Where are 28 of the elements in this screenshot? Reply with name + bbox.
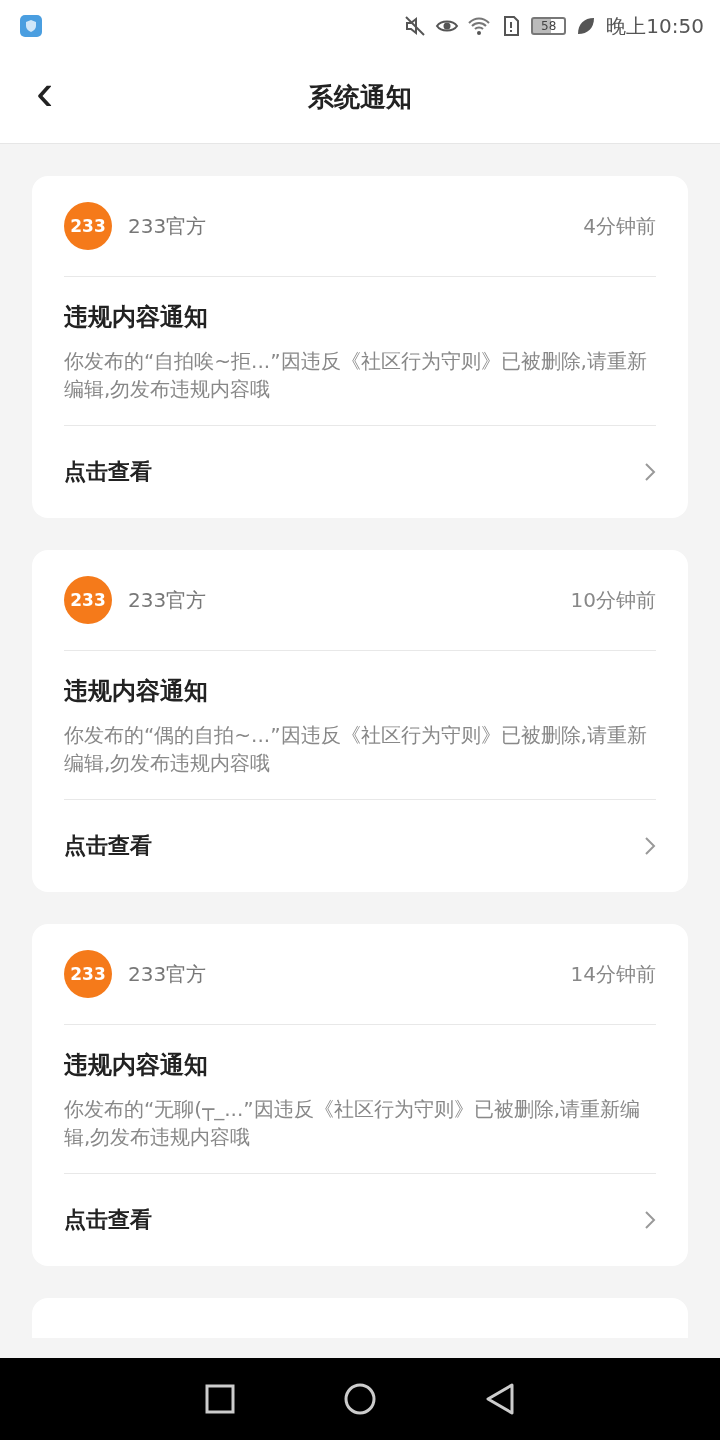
notification-body: 你发布的“自拍唉~拒...”因违反《社区行为守则》已被删除,请重新编辑,勿发布违规内容哦 — [64, 348, 648, 403]
view-details-link[interactable]: 点击查看 — [64, 426, 656, 518]
sender-name: 233官方 — [128, 586, 208, 614]
notification-title: 违规内容通知 — [64, 676, 209, 707]
chevron-right-icon — [644, 462, 656, 482]
sender-name: 233官方 — [128, 212, 208, 240]
back-button[interactable]: ‹ — [28, 66, 62, 118]
recent-apps-icon[interactable] — [204, 1383, 236, 1415]
sender-logo: 233 — [64, 202, 112, 250]
chevron-right-icon — [644, 1210, 656, 1230]
notification-time: 4分钟前 — [583, 212, 656, 240]
sender-name: 233官方 — [128, 960, 208, 988]
notification-title: 违规内容通知 — [64, 302, 209, 333]
home-icon[interactable] — [344, 1383, 376, 1415]
sender-logo: 233 — [64, 576, 112, 624]
shield-app-icon — [20, 15, 42, 37]
back-icon[interactable] — [484, 1383, 516, 1415]
page-title: 系统通知 — [308, 81, 412, 114]
view-details-link[interactable]: 点击查看 — [64, 800, 656, 892]
chevron-right-icon — [644, 836, 656, 856]
notification-time: 14分钟前 — [570, 960, 656, 988]
notification-title: 违规内容通知 — [64, 1050, 209, 1081]
notification-body: 你发布的“无聊(┬_...”因违反《社区行为守则》已被删除,请重新编辑,勿发布违规内容哦 — [64, 1096, 641, 1151]
notification-time: 10分钟前 — [570, 586, 656, 614]
sender-logo: 233 — [64, 950, 112, 998]
notification-body: 你发布的“偶的自拍~...”因违反《社区行为守则》已被删除,请重新编辑,勿发布违规内容哦 — [64, 722, 648, 777]
view-details-link[interactable]: 点击查看 — [64, 1174, 656, 1266]
clock-time: 晚上10:50 — [606, 12, 704, 40]
